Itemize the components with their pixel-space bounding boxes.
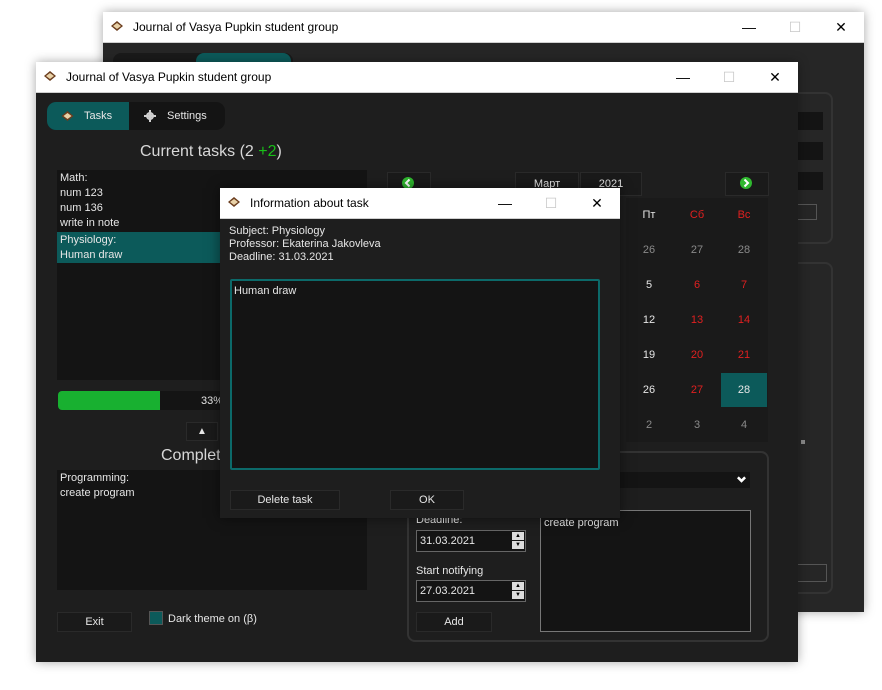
book-icon	[61, 111, 74, 121]
list-item[interactable]: num 136	[60, 202, 103, 214]
dialog-professor: Professor: Ekaterina Jakovleva	[229, 238, 381, 250]
dialog-minimize-button[interactable]: —	[482, 188, 528, 218]
calendar-day[interactable]: 2	[626, 408, 672, 442]
current-tasks-close: )	[276, 143, 282, 160]
list-item[interactable]: num 123	[60, 187, 103, 199]
calendar-day[interactable]: 27	[674, 373, 720, 407]
calendar-grid[interactable]: Пт Сб Вс 26 27 28 5 6 7 12 13 14 19 20 2…	[626, 198, 768, 442]
calendar-day[interactable]: 21	[721, 338, 767, 372]
calendar-day[interactable]: 4	[721, 408, 767, 442]
list-item[interactable]: Physiology:	[60, 234, 116, 246]
calendar-day[interactable]: 7	[721, 268, 767, 302]
day-header: Сб	[689, 209, 705, 221]
day-header: Вс	[737, 209, 751, 221]
task-info-dialog: Information about task — ☐ ✕ Subject: Ph…	[220, 188, 620, 518]
maximize-button[interactable]: ☐	[706, 62, 752, 92]
calendar-day[interactable]: 19	[626, 338, 672, 372]
calendar-day[interactable]: 27	[674, 233, 720, 267]
dialog-titlebar: Information about task — ☐ ✕	[220, 188, 620, 219]
notify-spin-up[interactable]: ▲	[512, 582, 524, 590]
dialog-subject: Subject: Physiology	[229, 225, 325, 237]
deadline-value: 31.03.2021	[420, 535, 476, 547]
gear-icon	[144, 110, 156, 122]
calendar-day[interactable]: 6	[674, 268, 720, 302]
notify-label: Start notifying	[416, 565, 484, 577]
dialog-title: Information about task	[250, 196, 369, 210]
current-tasks-label: Current tasks	[140, 143, 236, 160]
chevron-down-icon	[737, 476, 746, 483]
list-item[interactable]: Math:	[60, 172, 88, 184]
list-item[interactable]: Human draw	[60, 249, 122, 261]
bg-minimize-button[interactable]: —	[726, 12, 772, 42]
main-titlebar: Journal of Vasya Pupkin student group — …	[36, 62, 798, 93]
deadline-field[interactable]: 31.03.2021 ▲ ▼	[416, 530, 526, 552]
arrow-right-icon	[740, 177, 752, 189]
dark-theme-checkbox[interactable]	[149, 611, 163, 625]
dialog-task-body-text: Human draw	[234, 285, 297, 297]
tab-tasks[interactable]: Tasks	[47, 102, 129, 130]
ok-button[interactable]: OK	[390, 490, 464, 510]
next-month-button[interactable]	[725, 172, 769, 196]
list-item[interactable]: write in note	[60, 217, 119, 229]
list-item[interactable]: create program	[60, 487, 135, 499]
calendar-day[interactable]: 13	[674, 303, 720, 337]
calendar-day[interactable]: 12	[626, 303, 672, 337]
close-button[interactable]: ✕	[752, 62, 798, 92]
tab-settings-label: Settings	[167, 110, 207, 122]
delete-task-button[interactable]: Delete task	[230, 490, 340, 510]
exit-button[interactable]: Exit	[57, 612, 132, 632]
bg-close-button[interactable]: ✕	[818, 12, 864, 42]
task-text-value: create program	[544, 517, 619, 529]
bg-small-button	[793, 564, 827, 582]
task-text-area[interactable]: create program	[540, 510, 751, 632]
calendar-day[interactable]: 28	[721, 233, 767, 267]
bg-dot	[801, 440, 805, 444]
background-titlebar: Journal of Vasya Pupkin student group — …	[103, 12, 864, 43]
current-tasks-extra: +2	[258, 143, 277, 160]
progress-bar: 33%	[58, 391, 223, 410]
calendar-day[interactable]: 14	[721, 303, 767, 337]
progress-fill	[58, 391, 160, 410]
notify-value: 27.03.2021	[420, 585, 476, 597]
bg-maximize-button[interactable]: ☐	[772, 12, 818, 42]
calendar-day[interactable]: 5	[626, 268, 672, 302]
dark-theme-label: Dark theme on (β)	[168, 613, 257, 625]
dialog-maximize-button[interactable]: ☐	[528, 188, 574, 218]
calendar-day[interactable]: 26	[626, 233, 672, 267]
background-window-title: Journal of Vasya Pupkin student group	[133, 20, 339, 34]
calendar-day[interactable]: 26	[626, 373, 672, 407]
tab-settings[interactable]: Settings	[131, 102, 225, 130]
tab-tasks-label: Tasks	[84, 110, 113, 122]
dialog-close-button[interactable]: ✕	[574, 188, 620, 218]
collapse-button[interactable]: ▲	[186, 422, 218, 441]
list-item[interactable]: Programming:	[60, 472, 129, 484]
add-button[interactable]: Add	[416, 612, 492, 632]
book-icon	[111, 21, 123, 31]
current-tasks-count: (2	[239, 143, 254, 160]
current-tasks-heading: Current tasks (2 +2)	[140, 143, 282, 161]
notify-spin-down[interactable]: ▼	[512, 591, 524, 599]
calendar-day[interactable]: 20	[674, 338, 720, 372]
deadline-spin-up[interactable]: ▲	[512, 532, 524, 540]
day-header: Пт	[642, 209, 656, 221]
notify-field[interactable]: 27.03.2021 ▲ ▼	[416, 580, 526, 602]
completed-heading: Complet	[161, 447, 221, 464]
minimize-button[interactable]: —	[660, 62, 706, 92]
calendar-day[interactable]: 3	[674, 408, 720, 442]
book-icon	[228, 197, 240, 207]
main-window-title: Journal of Vasya Pupkin student group	[66, 70, 272, 84]
subject-dropdown[interactable]	[620, 472, 750, 488]
calendar-day-selected[interactable]: 28	[721, 373, 767, 407]
deadline-spin-down[interactable]: ▼	[512, 541, 524, 549]
dialog-deadline: Deadline: 31.03.2021	[229, 251, 334, 263]
book-icon	[44, 71, 56, 81]
dialog-task-body[interactable]: Human draw	[230, 279, 600, 470]
